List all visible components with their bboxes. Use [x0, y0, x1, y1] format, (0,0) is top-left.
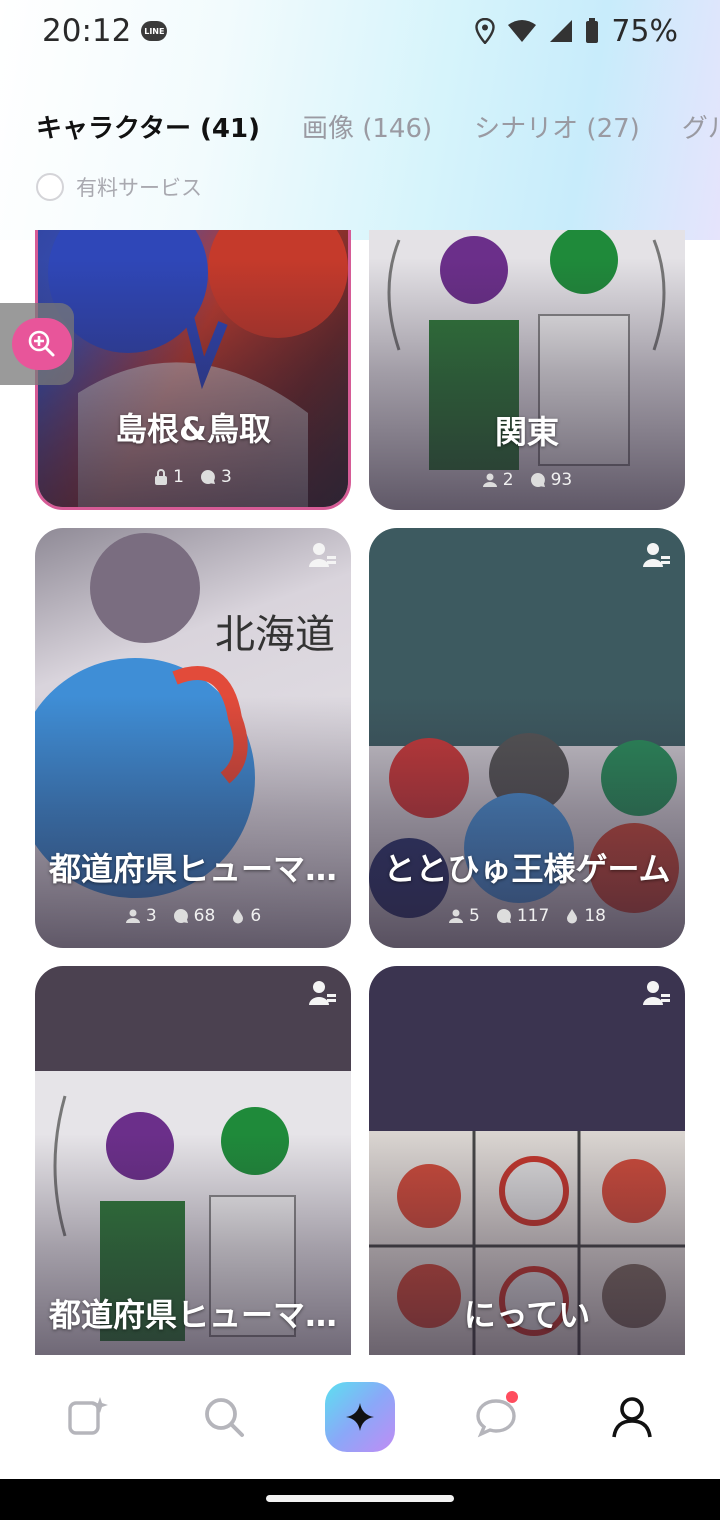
character-card[interactable]: にってい 9 89: [369, 966, 685, 1355]
stat-value: 5: [469, 906, 480, 926]
card-title: ととひゅ王様ゲーム: [383, 850, 671, 888]
sparkle-button[interactable]: [325, 1382, 395, 1452]
line-notification-icon: LINE: [141, 21, 168, 41]
person-icon: [449, 909, 464, 923]
paid-service-radio[interactable]: [36, 173, 64, 201]
stat-value: 2: [502, 470, 514, 490]
character-card[interactable]: 島根&鳥取 1 3: [35, 230, 351, 510]
stat-chat: 68: [173, 906, 216, 926]
bottom-navigation: [0, 1355, 720, 1479]
stat-chat: 3: [200, 467, 232, 487]
stat-chat: 117: [496, 906, 549, 926]
add-user-icon[interactable]: [309, 542, 337, 568]
tab-scenarios[interactable]: シナリオ (27): [474, 108, 640, 145]
stat-users: 5: [448, 906, 480, 926]
stat-value: 6: [250, 906, 262, 926]
chat-icon: [173, 909, 188, 923]
stat-value: 3: [221, 467, 232, 487]
search-icon: [205, 1398, 244, 1437]
card-title: 都道府県ヒューマ…: [48, 1296, 337, 1334]
character-card[interactable]: 関東 2 93: [369, 230, 685, 510]
profile-icon: [612, 1397, 652, 1438]
card-title: 島根&鳥取: [115, 410, 271, 448]
stat-value: 93: [550, 470, 573, 490]
stat-drops: 18: [565, 906, 606, 926]
stat-value: 117: [516, 906, 550, 926]
stat-lock: 1: [154, 467, 184, 487]
card-stats: 5 117 18: [369, 906, 685, 926]
nav-home[interactable]: [320, 1377, 400, 1457]
stat-users: 2: [482, 470, 514, 490]
stat-drops: 6: [231, 906, 261, 926]
chat-icon: [201, 470, 215, 484]
sparkle-icon: [346, 1403, 374, 1431]
svg-text:北海道: 北海道: [215, 612, 335, 658]
stat-chat: 93: [530, 470, 573, 490]
drop-icon: [233, 909, 244, 924]
person-icon: [125, 909, 140, 923]
character-card[interactable]: 北海道 都道府県ヒューマ… 3 68 6: [35, 528, 351, 948]
stat-value: 1: [173, 467, 184, 487]
paid-service-label: 有料サービス: [76, 176, 202, 200]
home-indicator[interactable]: [266, 1495, 454, 1502]
card-stats: 2 93: [369, 470, 685, 490]
stat-value: 3: [145, 906, 157, 926]
stat-value: 68: [193, 906, 216, 926]
add-user-icon[interactable]: [309, 980, 337, 1006]
create-icon: [68, 1397, 108, 1435]
nav-chat[interactable]: [456, 1377, 536, 1457]
wifi-icon: [508, 20, 537, 42]
chat-icon: [496, 909, 511, 923]
stat-value: 18: [584, 906, 606, 926]
signal-icon: [550, 20, 573, 42]
zoom-in-icon: [28, 330, 55, 357]
zoom-button[interactable]: [12, 318, 72, 370]
battery-percent: 75%: [611, 13, 678, 49]
character-grid[interactable]: 島根&鳥取 1 3 関東 2 93 北海道 都道府県ヒューマ… 3 68 6 と…: [0, 230, 720, 1355]
tab-groups[interactable]: グループ: [682, 108, 720, 145]
card-title: 関東: [494, 413, 559, 451]
chat-icon: [530, 473, 545, 487]
stat-users: 3: [125, 906, 157, 926]
character-card[interactable]: 都道府県ヒューマ… 6 678 42: [35, 966, 351, 1355]
character-card[interactable]: ととひゅ王様ゲーム 5 117 18: [369, 528, 685, 948]
notification-dot: [506, 1391, 518, 1403]
add-user-icon[interactable]: [643, 542, 671, 568]
card-title: にってい: [463, 1296, 591, 1334]
nav-create[interactable]: [48, 1377, 128, 1457]
add-user-icon[interactable]: [643, 980, 671, 1006]
nav-search[interactable]: [184, 1377, 264, 1457]
clock: 20:12: [42, 13, 132, 49]
tab-characters[interactable]: キャラクター (41): [36, 108, 260, 145]
tab-images[interactable]: 画像 (146): [302, 108, 432, 145]
battery-icon: [586, 18, 599, 43]
card-stats: 3 68 6: [35, 906, 351, 926]
card-title: 都道府県ヒューマ…: [48, 850, 337, 888]
category-tabs: キャラクター (41) 画像 (146) シナリオ (27) グループ: [36, 108, 720, 145]
paid-service-filter[interactable]: 有料サービス: [36, 172, 202, 202]
location-icon: [475, 18, 496, 44]
person-icon: [482, 473, 497, 487]
nav-profile[interactable]: [592, 1377, 672, 1457]
drop-icon: [567, 909, 578, 924]
card-stats: 1 3: [38, 467, 348, 487]
lock-icon: [155, 469, 168, 485]
status-bar: 20:12 LINE 75%: [0, 0, 720, 62]
